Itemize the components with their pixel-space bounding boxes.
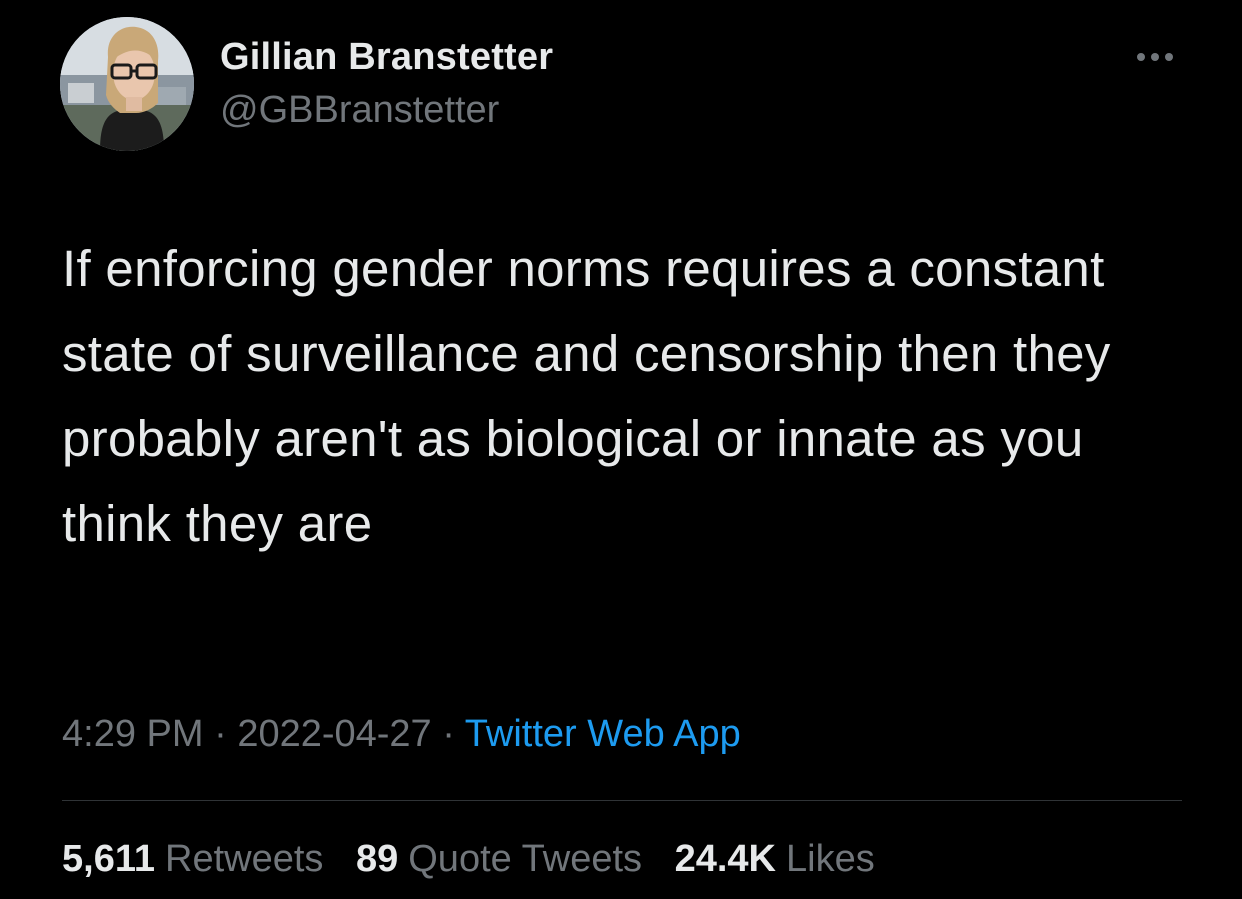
more-options-button[interactable]	[1128, 40, 1182, 74]
author-handle[interactable]: @GBBranstetter	[220, 89, 499, 132]
tweet-meta: 4:29 PM · 2022-04-27 · Twitter Web App	[62, 713, 741, 756]
tweet-card: Gillian Branstetter @GBBranstetter If en…	[0, 0, 1242, 899]
quote-tweets-count: 89	[355, 838, 399, 880]
more-horizontal-icon-dot	[1151, 53, 1159, 61]
divider	[62, 800, 1182, 801]
likes-stat[interactable]: 24.4K Likes	[675, 838, 875, 881]
retweets-stat[interactable]: 5,611 Retweets	[62, 838, 323, 881]
tweet-date[interactable]: 2022-04-27	[237, 713, 431, 755]
avatar-image	[60, 17, 194, 151]
meta-separator: ·	[442, 713, 455, 755]
more-horizontal-icon	[1137, 53, 1145, 61]
retweets-label: Retweets	[165, 838, 324, 880]
likes-count: 24.4K	[674, 838, 776, 880]
avatar[interactable]	[60, 17, 194, 151]
tweet-stats: 5,611 Retweets 89 Quote Tweets 24.4K Likes	[62, 838, 897, 881]
likes-label: Likes	[786, 838, 875, 880]
quote-tweets-label: Quote Tweets	[408, 838, 643, 880]
meta-separator: ·	[214, 713, 227, 755]
tweet-source-link[interactable]: Twitter Web App	[465, 713, 741, 755]
tweet-text: If enforcing gender norms requires a con…	[62, 240, 1111, 552]
author-name[interactable]: Gillian Branstetter	[220, 36, 553, 79]
tweet-time[interactable]: 4:29 PM	[62, 713, 204, 755]
retweets-count: 5,611	[62, 838, 155, 880]
more-horizontal-icon-dot	[1165, 53, 1173, 61]
quote-tweets-stat[interactable]: 89 Quote Tweets	[356, 838, 642, 881]
